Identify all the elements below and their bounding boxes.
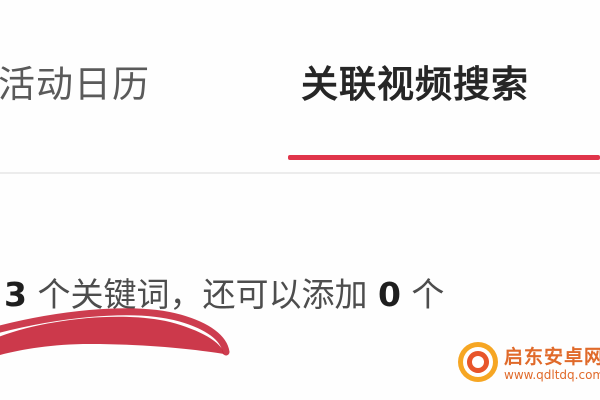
keyword-text-middle: 个关键词，还可以添加 [26,275,378,314]
page: 活动日历 关联视频搜索 3 个关键词，还可以添加 0 个 启东安卓网 www.q… [0,0,600,400]
watermark-site-url: www.qdltdq.com [504,368,600,382]
keyword-remaining: 0 [377,275,401,314]
watermark: 启东安卓网 www.qdltdq.com [456,334,600,394]
tab-activity-calendar[interactable]: 活动日历 [0,54,150,108]
active-tab-indicator [288,155,600,160]
tab-related-video-search[interactable]: 关联视频搜索 [301,54,529,108]
tab-bar: 活动日历 关联视频搜索 [0,0,600,174]
watermark-logo-icon [458,342,498,382]
watermark-site-name: 启东安卓网 [504,346,600,368]
keyword-count-text: 3 个关键词，还可以添加 0 个 [4,268,444,316]
keyword-count: 3 [4,275,27,314]
keyword-text-tail: 个 [400,275,445,314]
